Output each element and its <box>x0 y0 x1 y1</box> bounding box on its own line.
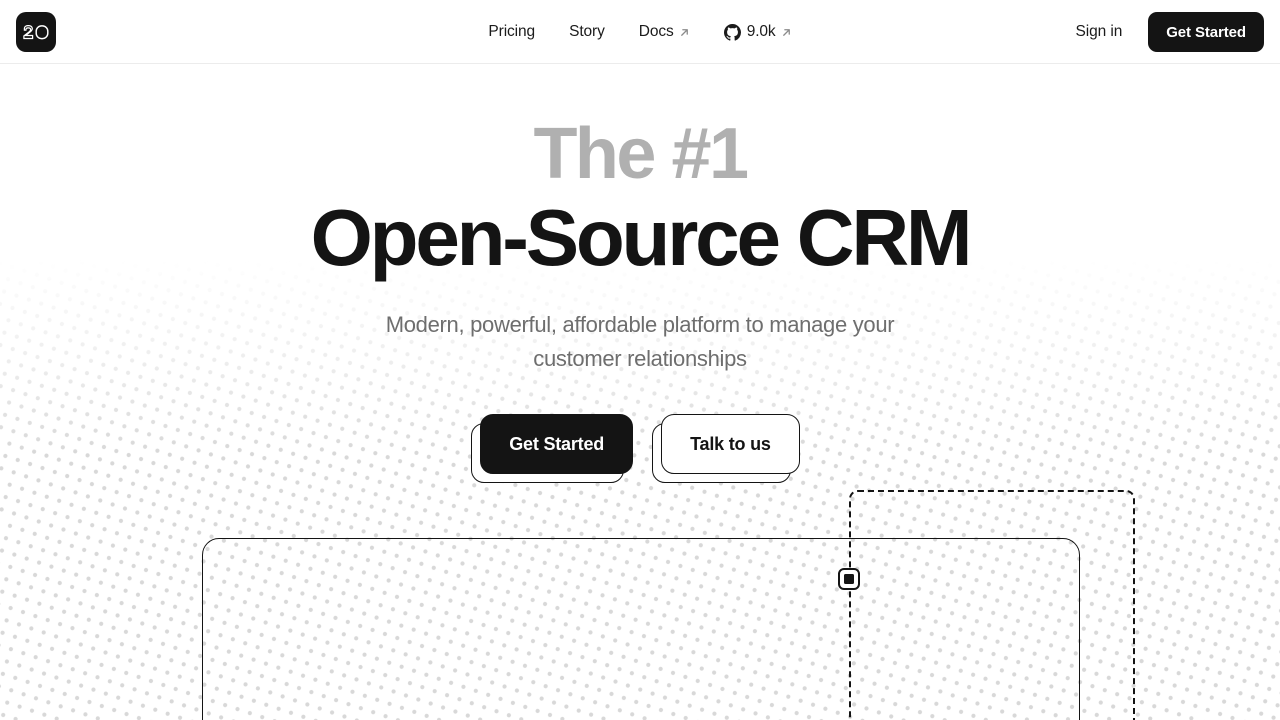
nav-item-docs-label: Docs <box>638 23 674 40</box>
header-get-started-button[interactable]: Get Started <box>1148 12 1264 52</box>
hero-get-started-button[interactable]: Get Started <box>471 414 634 483</box>
logo-link[interactable] <box>16 12 56 52</box>
github-icon <box>723 23 741 41</box>
hero-subtitle: Modern, powerful, affordable platform to… <box>385 312 895 371</box>
nav-item-story-label: Story <box>569 23 605 40</box>
header-actions: Sign in Get Started <box>1062 0 1264 64</box>
twenty-logo-icon <box>23 24 49 40</box>
nav-item-story[interactable]: Story <box>569 23 605 41</box>
nav-item-pricing[interactable]: Pricing <box>488 23 535 41</box>
sign-in-link[interactable]: Sign in <box>1062 15 1137 49</box>
selection-frame[interactable] <box>849 490 1135 720</box>
hero-cta-group: Get Started Talk to us <box>0 414 1280 483</box>
hero-talk-to-us-button[interactable]: Talk to us <box>652 414 800 483</box>
page-title-line-1: The #1 <box>533 114 749 194</box>
site-header: Pricing Story Docs 9.0k Sign in Get Star… <box>0 0 1280 64</box>
resize-handle-knob <box>844 574 854 584</box>
hero-get-started-label: Get Started <box>480 414 634 474</box>
external-link-arrow-icon <box>781 27 792 38</box>
hero-section: The #1 Open-Source CRM Modern, powerful,… <box>0 64 1280 483</box>
nav-item-pricing-label: Pricing <box>488 23 536 40</box>
external-link-arrow-icon <box>679 27 690 38</box>
page-title-line-2: Open-Source CRM <box>310 193 973 282</box>
nav-item-docs[interactable]: Docs <box>639 23 690 41</box>
nav-item-github-stars-label: 9.0k <box>746 23 776 40</box>
nav-item-github-stars[interactable]: 9.0k <box>723 23 792 41</box>
hero-talk-to-us-label: Talk to us <box>661 414 800 474</box>
resize-handle[interactable] <box>838 568 860 590</box>
page-title: The #1 Open-Source CRM <box>0 118 1280 278</box>
